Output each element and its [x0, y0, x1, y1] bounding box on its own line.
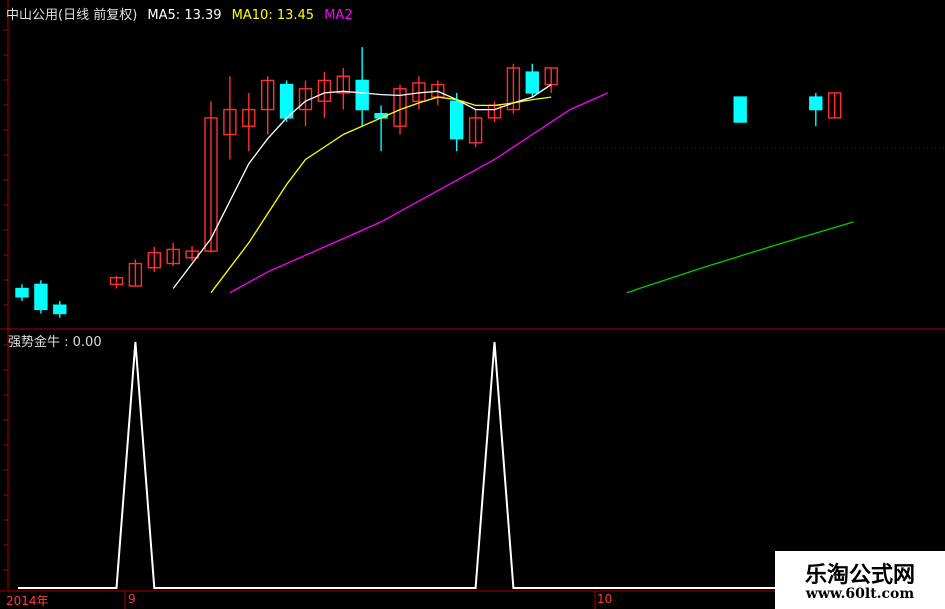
- chart-header: 中山公用(日线 前复权) MA5: 13.39 MA10: 13.45 MA2: [6, 4, 359, 23]
- watermark-title: 乐淘公式网: [804, 563, 915, 588]
- ma-line-ma20: [229, 92, 609, 294]
- indicator-label: 强势金牛 : 0.00: [8, 335, 102, 350]
- x-axis-label-year: 2014年: [6, 594, 49, 608]
- indicator-line: [18, 341, 854, 589]
- candle-down: [279, 83, 294, 119]
- watermark: 乐淘公式网 www.60lt.com: [775, 551, 945, 609]
- candle-down: [733, 96, 747, 123]
- ma10-label: MA10: 13.45: [231, 8, 315, 23]
- watermark-url: www.60lt.com: [805, 586, 915, 602]
- x-axis-label-month-9: 9: [128, 592, 136, 606]
- ma-line-extra: [626, 221, 854, 294]
- chart-title: 中山公用(日线 前复权): [6, 8, 138, 23]
- chart-canvas[interactable]: [0, 0, 945, 609]
- ma20-label: MA2: [324, 8, 353, 23]
- stock-chart-window: 中山公用(日线 前复权) MA5: 13.39 MA10: 13.45 MA2 …: [0, 0, 945, 609]
- candle-down: [450, 100, 464, 140]
- ma5-label: MA5: 13.39: [147, 8, 222, 23]
- candle-down: [809, 96, 823, 111]
- candle-down: [355, 79, 369, 111]
- candle-down: [525, 71, 539, 94]
- x-axis-label-month-10: 10: [597, 592, 613, 606]
- candle-down: [15, 287, 29, 298]
- candle-down: [34, 283, 48, 311]
- candle-down: [53, 304, 67, 315]
